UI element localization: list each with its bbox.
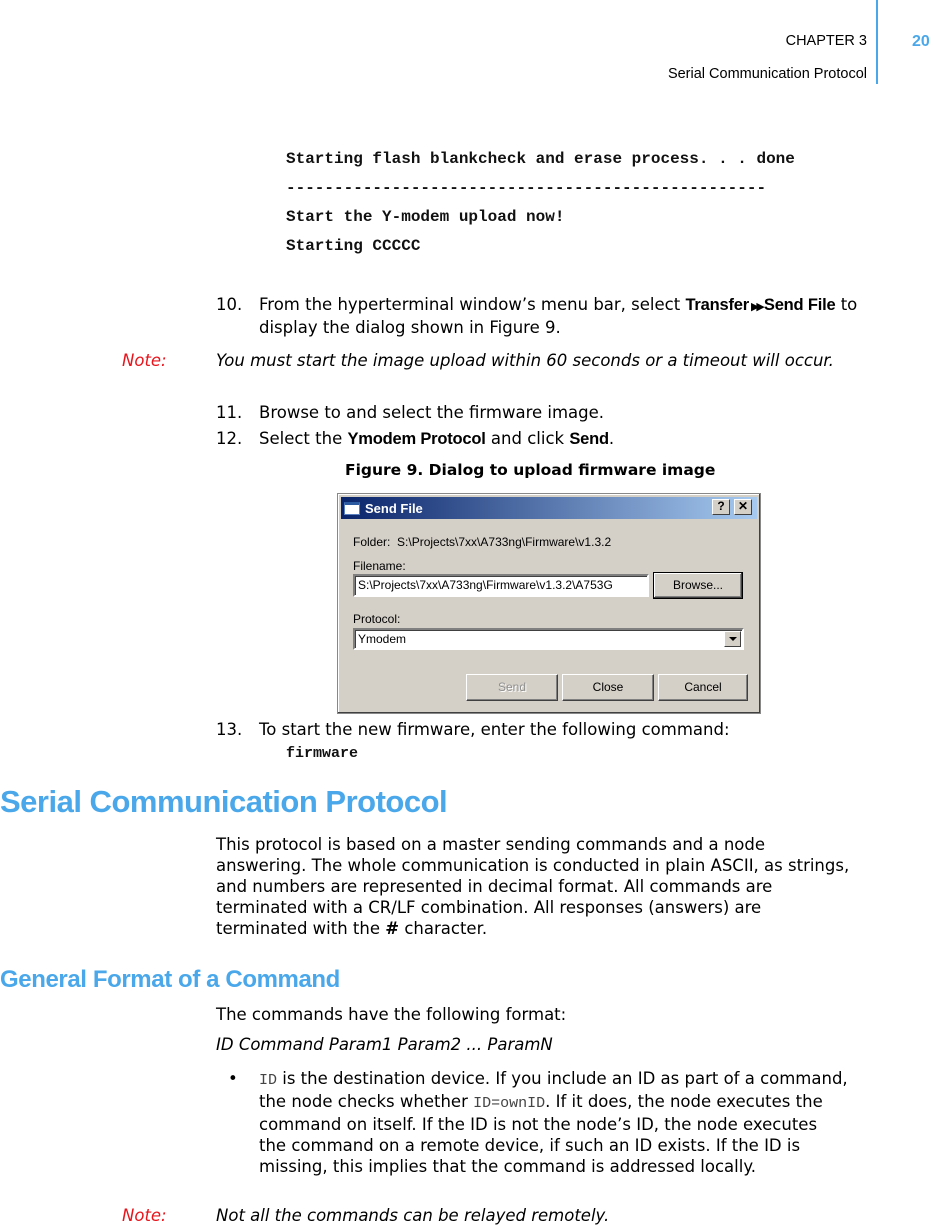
menu-item-transfer: Transfer	[685, 296, 749, 314]
step-number: 10.	[216, 295, 243, 314]
step-number: 13.	[216, 720, 243, 739]
command-firmware: firmware	[286, 745, 359, 762]
send-button[interactable]: Send	[466, 674, 558, 701]
header-divider	[876, 0, 878, 84]
menu-item-send-file: Send File	[763, 296, 836, 314]
step-number: 11.	[216, 403, 243, 422]
figure-caption: Figure 9. Dialog to upload firmware imag…	[345, 461, 716, 479]
step-number: 12.	[216, 429, 243, 448]
close-button[interactable]: Close	[562, 674, 654, 701]
protocol-label: Protocol:	[353, 612, 401, 626]
console-line: ----------------------------------------…	[286, 179, 767, 197]
close-window-button[interactable]: ✕	[734, 499, 752, 515]
subsection-heading: General Format of a Command	[0, 966, 340, 993]
console-line: Starting CCCCC	[286, 237, 421, 255]
cancel-button[interactable]: Cancel	[658, 674, 748, 701]
close-icon: ✕	[737, 499, 749, 513]
dialog-title-bar[interactable]: Send File	[341, 497, 757, 519]
protocol-select[interactable]: Ymodem	[353, 628, 744, 650]
bullet-item: ID is the destination device. If you inc…	[259, 1068, 849, 1177]
filename-input[interactable]: S:\Projects\7xx\A733ng\Firmware\v1.3.2\A…	[353, 574, 649, 597]
paragraph-text: This protocol is based on a master sendi…	[216, 835, 850, 938]
folder-path: S:\Projects\7xx\A733ng\Firmware\v1.3.2	[397, 535, 612, 549]
console-line: Starting flash blankcheck and erase proc…	[286, 150, 795, 168]
console-line: Start the Y-modem upload now!	[286, 208, 565, 226]
step-text: .	[608, 429, 615, 448]
code-id-equals-ownid: ID=ownID	[473, 1095, 546, 1112]
format-intro: The commands have the following format:	[216, 1005, 567, 1024]
ui-ymodem-protocol: Ymodem Protocol	[347, 430, 486, 448]
help-button[interactable]: ?	[712, 499, 730, 515]
section-heading: Serial Communication Protocol	[0, 784, 448, 819]
bullet-icon: •	[228, 1069, 238, 1088]
step-11: 11. Browse to and select the firmware im…	[216, 402, 876, 423]
ui-send: Send	[569, 430, 609, 448]
header-section-title: Serial Communication Protocol	[667, 66, 867, 82]
paragraph-text: character.	[399, 919, 488, 938]
protocol-paragraph: This protocol is based on a master sendi…	[216, 834, 856, 939]
step-text: and click	[485, 429, 570, 448]
step-13: 13. To start the new firmware, enter the…	[216, 719, 876, 740]
header-chapter: CHAPTER 3	[785, 33, 867, 49]
step-text: To start the new firmware, enter the fol…	[259, 720, 730, 739]
protocol-value: Ymodem	[358, 632, 407, 646]
note-label: Note:	[122, 1206, 167, 1225]
send-file-dialog: Send File ? ✕ Folder: S:\Projects\7xx\A7…	[337, 493, 761, 714]
command-format: ID Command Param1 Param2 ... ParamN	[216, 1035, 553, 1054]
step-text: From the hyperterminal window’s menu bar…	[259, 295, 686, 314]
help-icon: ?	[717, 499, 725, 513]
step-12: 12. Select the Ymodem Protocol and click…	[216, 428, 876, 450]
step-text: Select the	[259, 429, 348, 448]
folder-label-text: Folder:	[353, 535, 391, 549]
filename-label: Filename:	[353, 559, 406, 573]
double-right-arrow-icon: ▶▶	[750, 300, 765, 313]
note-text: Not all the commands can be relayed remo…	[216, 1206, 610, 1225]
code-id: ID	[259, 1072, 278, 1089]
note-text: You must start the image upload within 6…	[216, 351, 834, 370]
page-number: 20	[912, 33, 930, 50]
chevron-down-icon[interactable]	[724, 631, 741, 647]
browse-button[interactable]: Browse...	[653, 572, 743, 599]
hash-symbol: #	[385, 919, 400, 938]
folder-label: Folder: S:\Projects\7xx\A733ng\Firmware\…	[353, 535, 611, 549]
step-10: 10. From the hyperterminal window’s menu…	[216, 294, 876, 338]
window-icon	[344, 501, 360, 515]
note-label: Note:	[122, 351, 167, 370]
dialog-title: Send File	[365, 500, 423, 516]
step-text: Browse to and select the firmware image.	[259, 403, 605, 422]
